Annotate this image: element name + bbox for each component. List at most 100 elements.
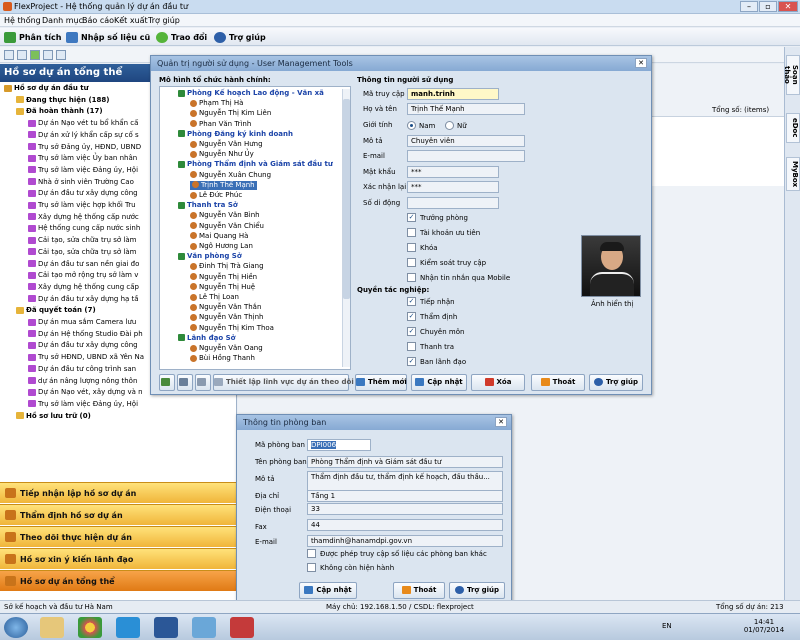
nav-leader-opinion[interactable]: Hồ sơ xin ý kiến lãnh đạo [0,548,237,569]
edit-dept-button[interactable] [177,374,193,391]
close-button[interactable]: ✕ [778,1,798,12]
dept-dialog-close-button[interactable]: ✕ [495,417,507,427]
minimize-button[interactable]: – [740,1,758,12]
org-user-node[interactable]: Nguyễn Văn Chiểu [190,222,264,231]
teamviewer-icon[interactable] [116,617,140,638]
tree-node[interactable]: Dự án đầu tư xây dựng công [28,341,138,350]
chat-button[interactable]: Trao đổi [156,31,207,44]
tree-node[interactable]: Trụ sở làm việc Đảng ủy, Hội [28,166,138,175]
add-new-button[interactable]: Thêm mới [355,374,407,391]
user-photo[interactable] [581,235,641,297]
login-field[interactable]: manh.trinh [407,88,499,100]
org-department-node[interactable]: Phòng Đăng ký kinh doanh [178,130,293,139]
org-user-node[interactable]: Lê Đức Phúc [190,191,242,200]
tab-mybox[interactable]: MyBox [786,157,800,191]
import-button[interactable]: Nhập số liệu cũ [66,31,150,44]
nav-monitoring[interactable]: Theo dõi thực hiện dự án [0,526,237,547]
org-department-node[interactable]: Phòng Thẩm định và Giám sát đầu tư [178,160,333,169]
scrollbar-thumb[interactable] [343,99,350,299]
new-icon[interactable] [4,50,14,60]
tree-node[interactable]: Dự án đầu tư xây dựng công [28,189,138,198]
permission-checkbox[interactable]: ✓ [407,357,416,366]
window-icon[interactable] [192,617,216,638]
flexproject-taskbar-icon[interactable] [230,617,254,638]
password-field[interactable]: *** [407,166,499,178]
allow-access-checkbox[interactable] [307,549,316,558]
tree-node[interactable]: Xây dựng hệ thống cung cấp [28,283,139,292]
org-user-node[interactable]: Nguyễn Văn Bình [190,211,260,220]
tree-node[interactable]: Dự án Nạo vét tu bổ khẩn cấ [28,119,138,128]
language-indicator[interactable]: EN [662,622,672,630]
org-department-node[interactable]: Văn phòng Sở [178,252,242,261]
add-dept-button[interactable] [159,374,175,391]
tab-edoc[interactable]: eDoc [786,113,800,143]
nav-appraisal[interactable]: Thẩm định hồ sơ dự án [0,504,237,525]
org-user-node[interactable]: Nguyễn Xuân Chung [190,171,271,180]
org-user-node[interactable]: Đinh Thị Trà Giang [190,262,264,271]
clock[interactable]: 14:41 01/07/2014 [742,618,786,634]
analysis-button[interactable]: Phân tích [4,31,61,44]
gender-female-radio[interactable] [445,121,454,130]
tree-node[interactable]: Trụ sở HĐND, UBND xã Yên Na [28,353,144,362]
permission-checkbox[interactable] [407,342,416,351]
delete-button[interactable]: Xóa [471,374,525,391]
desc-field[interactable]: Chuyên viên [407,135,525,147]
dept-update-button[interactable]: Cập nhật [299,582,357,599]
org-user-node[interactable]: Phạm Thị Hà [190,99,243,108]
permission-checkbox[interactable]: ✓ [407,312,416,321]
tree-node[interactable]: Dự án Hệ thống Studio Đài ph [28,330,143,339]
menu-export[interactable]: Kết xuất [114,16,148,25]
start-button[interactable] [4,617,28,638]
tree-node[interactable]: Dự án Nạo vét, xây dựng và n [28,388,143,397]
update-button[interactable]: Cập nhật [411,374,467,391]
org-user-node[interactable]: Nguyễn Thị Huệ [190,283,255,292]
menu-catalog[interactable]: Danh mục [42,16,83,25]
menu-help[interactable]: Trợ giúp [148,16,180,25]
org-user-node[interactable]: Ngô Hương Lan [190,242,253,251]
permission-checkbox[interactable]: ✓ [407,297,416,306]
user-option-checkbox[interactable]: ✓ [407,213,416,222]
dept-help-button[interactable]: Trợ giúp [449,582,505,599]
filter-icon[interactable] [43,50,53,60]
tree-node[interactable]: Nhà ở sinh viên Trường Cao [28,178,134,187]
inactive-checkbox[interactable] [307,563,316,572]
org-user-node[interactable]: Nguyễn Văn Oang [190,344,263,353]
mobile-field[interactable] [407,197,499,209]
gender-male-radio[interactable] [407,121,416,130]
setup-field-button[interactable]: Thiết lập lĩnh vực dự án theo dõi [213,374,354,391]
org-user-node[interactable]: Nguyễn Thị Hiền [190,273,257,282]
dept-phone-field[interactable]: 33 [307,503,503,515]
tree-node[interactable]: Hệ thống cung cấp nước sinh [28,224,140,233]
tab-compose[interactable]: Soạn thảo [783,55,800,95]
org-user-node[interactable]: Nguyễn Văn Thắn [190,303,261,312]
chrome-icon[interactable] [78,617,102,638]
nav-overall[interactable]: Hồ sơ dự án tổng thể [0,570,237,591]
fullname-field[interactable]: Trịnh Thế Mạnh [407,103,525,115]
org-user-node[interactable]: Nguyễn Như Ủy [190,150,254,159]
tree-node[interactable]: Dự án đầu tư san nền giai đo [28,260,139,269]
tree-node[interactable]: Cải tạo, sửa chữa trụ sở làm [28,236,136,245]
word-icon[interactable] [154,617,178,638]
dept-fax-field[interactable]: 44 [307,519,503,531]
tree-node[interactable]: Trụ sở làm việc hợp khối Tru [28,201,136,210]
explorer-icon[interactable] [40,617,64,638]
help-dialog-button[interactable]: Trợ giúp [589,374,643,391]
org-user-node[interactable]: Phan Văn Trình [190,120,251,129]
tree-node[interactable]: dự án nâng lượng nông thôn [28,377,137,386]
user-option-checkbox[interactable] [407,228,416,237]
org-user-node[interactable]: Bùi Hồng Thanh [190,354,255,363]
org-department-node[interactable]: Lãnh đạo Sở [178,334,235,343]
org-user-node[interactable]: Nguyễn Văn Thịnh [190,313,264,322]
org-user-node[interactable]: Nguyễn Thị Kim Liên [190,109,271,118]
tree-node[interactable]: Dự án mua sắm Camera lưu [28,318,136,327]
tree-node[interactable]: Trụ sở Đảng ủy, HĐND, UBND [28,143,141,152]
tree-node[interactable]: Trụ sở làm việc Đảng ủy, Hội [28,400,138,409]
tree-node[interactable]: Đã hoàn thành (17) [16,107,103,116]
org-user-node[interactable]: Trịnh Thế Mạnh [190,180,257,190]
refresh-icon[interactable] [30,50,40,60]
nav-reception[interactable]: Tiếp nhận lập hồ sơ dự án [0,482,237,503]
tree-node[interactable]: Cải tạo, sửa chữa trụ sở làm [28,248,136,257]
permission-checkbox[interactable]: ✓ [407,327,416,336]
delete-dept-button[interactable] [195,374,211,391]
user-option-checkbox[interactable] [407,258,416,267]
